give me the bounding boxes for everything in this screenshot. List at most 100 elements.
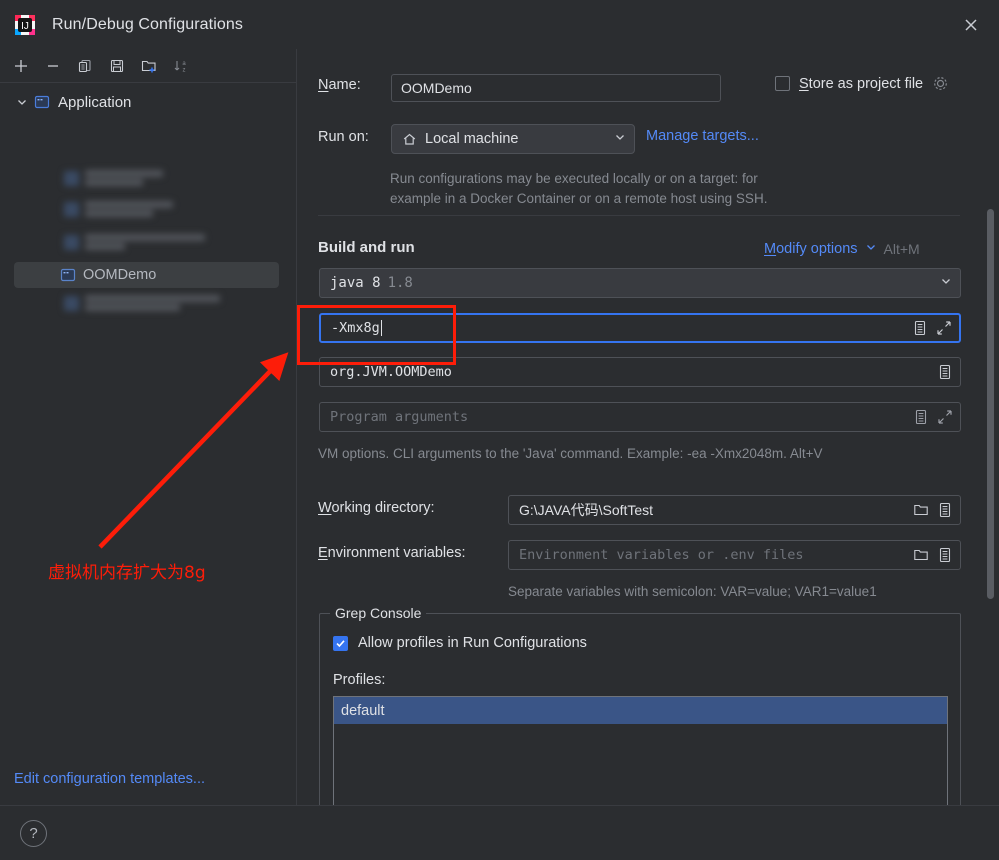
sidebar-group-label: Application [58,93,132,111]
name-label: Name: [318,77,361,93]
dialog-title: Run/Debug Configurations [52,15,243,33]
profile-label: default [341,702,385,719]
run-on-label: Run on: [318,129,369,145]
store-as-project-file-label: Store as project file [799,75,924,92]
manage-targets-link[interactable]: Manage targets... [646,128,759,144]
application-icon [34,94,50,110]
grep-console-group: Grep Console Allow profiles in Run Confi… [319,605,961,805]
program-arguments-placeholder: Program arguments [330,409,469,425]
copy-configuration-button[interactable] [70,52,100,80]
vm-options-field[interactable]: -Xmx8g [319,313,961,343]
environment-variables-hint: Separate variables with semicolon: VAR=v… [508,584,877,599]
profiles-list[interactable]: default [333,696,948,805]
configurations-tree: Application OOMDemo [0,83,296,311]
folder-browse-icon[interactable] [912,501,930,519]
add-configuration-button[interactable] [6,52,36,80]
macro-document-icon[interactable] [911,319,929,337]
macro-document-icon[interactable] [936,363,954,381]
close-icon[interactable] [943,0,999,49]
svg-text:z: z [183,67,186,73]
intellij-idea-logo-icon: IJ [14,14,36,36]
modify-options-row[interactable]: Modify options Alt+M [764,240,920,258]
run-on-hint-line-2: example in a Docker Container or on a re… [390,191,768,206]
gear-icon[interactable] [932,75,949,92]
name-input[interactable]: OOMDemo [391,74,721,102]
modify-options-shortcut: Alt+M [883,241,920,257]
profiles-label: Profiles: [333,672,386,688]
vm-options-value: -Xmx8g [331,320,380,336]
environment-variables-icons [912,546,954,564]
new-folder-button[interactable] [134,52,164,80]
main-class-field[interactable]: org.JVM.OOMDemo [319,357,961,387]
chevron-down-icon[interactable] [614,131,626,147]
redacted-label [85,295,220,311]
sidebar-toolbar: a z [0,49,296,83]
svg-text:a: a [182,61,186,67]
grep-console-title: Grep Console [330,605,427,621]
chevron-down-icon[interactable] [14,94,30,110]
configuration-form-panel: Name: OOMDemo Store as project file Run … [298,49,999,805]
edit-configuration-templates-link[interactable]: Edit configuration templates... [14,771,205,787]
jdk-value: java 8 [330,275,381,291]
run-on-row: Run on: [318,129,369,145]
working-directory-label: Working directory: [318,500,435,516]
home-icon [402,132,417,147]
list-item[interactable] [64,201,173,217]
run-on-hint: Run configurations may be executed local… [390,169,950,209]
folder-browse-icon[interactable] [912,546,930,564]
application-icon [64,234,79,250]
name-row: Name: [318,77,361,93]
environment-variables-input[interactable]: Environment variables or .env files [508,540,961,570]
macro-document-icon[interactable] [936,546,954,564]
run-on-value: Local machine [425,131,519,147]
macro-document-icon[interactable] [936,501,954,519]
help-button[interactable]: ? [20,820,47,847]
sidebar-item-oomdemo[interactable]: OOMDemo [14,262,279,288]
jdk-select[interactable]: java 8 1.8 [319,268,961,298]
macro-document-icon[interactable] [912,408,930,426]
sidebar-group-application[interactable]: Application [0,89,296,115]
svg-text:IJ: IJ [21,21,29,32]
annotation-text: 虚拟机内存扩大为8g [48,563,206,583]
vm-options-hint: VM options. CLI arguments to the 'Java' … [318,446,823,461]
configurations-sidebar: a z Application OOMDemo Edit configurati… [0,49,297,805]
chevron-down-icon[interactable] [865,240,877,258]
store-as-project-file-row[interactable]: Store as project file [775,75,949,92]
redacted-label [85,201,173,217]
list-item[interactable]: default [334,697,947,724]
expand-diagonal-icon[interactable] [936,408,954,426]
chevron-down-icon[interactable] [940,275,952,291]
remove-configuration-button[interactable] [38,52,68,80]
build-and-run-title: Build and run [318,239,415,256]
sort-alphabetical-icon[interactable]: a z [166,52,196,80]
expand-diagonal-icon[interactable] [935,319,953,337]
store-as-project-file-checkbox[interactable] [775,76,790,91]
run-on-select[interactable]: Local machine [391,124,635,154]
application-icon [64,295,79,311]
main-class-value: org.JVM.OOMDemo [330,364,452,380]
run-on-hint-line-1: Run configurations may be executed local… [390,171,758,186]
title-bar: IJ Run/Debug Configurations [0,0,999,49]
list-item[interactable] [64,170,163,186]
allow-profiles-row[interactable]: Allow profiles in Run Configurations [333,635,587,651]
list-item[interactable] [64,234,205,250]
application-icon [64,201,79,217]
working-directory-input[interactable]: G:\JAVA代码\SoftTest [508,495,961,525]
application-icon [64,170,79,186]
form-scrollbar[interactable] [987,209,994,599]
text-caret [380,320,382,336]
redacted-label [85,170,163,186]
list-item[interactable] [64,295,220,311]
dialog-button-bar: ? Run OK Cancel Apply [0,805,999,860]
redacted-label [85,234,205,250]
divider [318,215,960,216]
modify-options-link[interactable]: Modify options [764,241,858,257]
allow-profiles-checkbox[interactable] [333,635,348,651]
vm-options-field-icons [911,319,953,337]
save-configuration-button[interactable] [102,52,132,80]
program-arguments-field[interactable]: Program arguments [319,402,961,432]
environment-variables-placeholder: Environment variables or .env files [519,547,804,563]
working-directory-value: G:\JAVA代码\SoftTest [519,502,654,518]
main-class-field-icons [936,363,954,381]
environment-variables-label: Environment variables: [318,545,466,561]
